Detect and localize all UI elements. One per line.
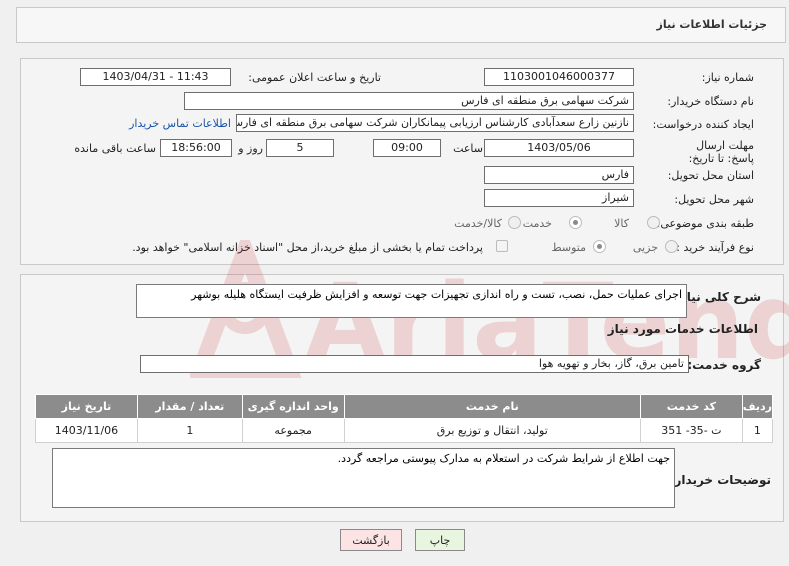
city-field: شیراز — [484, 189, 634, 207]
page-header: جزئیات اطلاعات نیاز — [16, 7, 786, 43]
table-row: 1 ت -35- 351 تولید، انتقال و توزیع برق م… — [35, 418, 774, 443]
col-header-quantity: تعداد / مقدار — [136, 394, 243, 419]
requester-label: ایجاد کننده درخواست: — [652, 118, 754, 131]
col-header-service-code: کد خدمت — [639, 394, 743, 419]
summary-textarea[interactable]: اجرای عملیات حمل، نصب، تست و راه اندازی … — [136, 284, 687, 318]
services-heading: اطلاعات خدمات مورد نیاز — [607, 322, 758, 336]
back-button[interactable]: بازگشت — [340, 529, 402, 551]
deadline-date-field: 1403/05/06 — [484, 139, 634, 157]
province-field: فارس — [484, 166, 634, 184]
buyer-contact-link[interactable]: اطلاعات تماس خریدار — [129, 117, 231, 130]
deadline-time-field: 09:00 — [373, 139, 441, 157]
need-number-field: 1103001046000377 — [484, 68, 634, 86]
cell-quantity: 1 — [136, 418, 243, 443]
col-header-unit: واحد اندازه گیری — [241, 394, 345, 419]
category-goods-service-radio[interactable] — [508, 216, 521, 229]
announce-datetime-label: تاریخ و ساعت اعلان عمومی: — [248, 71, 381, 84]
city-label: شهر محل تحویل: — [674, 193, 754, 206]
summary-label: شرح کلی نیاز: — [675, 290, 761, 304]
page-title: جزئیات اطلاعات نیاز — [656, 18, 768, 31]
deadline-label: مهلت ارسال پاسخ: تا تاریخ: — [688, 139, 754, 165]
cell-service-name: تولید، انتقال و توزیع برق — [343, 418, 641, 443]
category-label: طبقه بندی موضوعی: — [656, 217, 754, 230]
announce-datetime-field: 1403/04/31 - 11:43 — [80, 68, 231, 86]
buyer-org-field: شرکت سهامی برق منطقه ای فارس — [184, 92, 634, 110]
service-group-label: گروه خدمت: — [687, 358, 761, 372]
process-medium-radio[interactable] — [593, 240, 606, 253]
table-header-row: ردیف کد خدمت نام خدمت واحد اندازه گیری ت… — [35, 394, 774, 419]
category-goods-label: کالا — [614, 217, 629, 230]
deadline-time-label: ساعت — [453, 142, 483, 155]
category-goods-radio[interactable] — [647, 216, 660, 229]
buyer-notes-textarea[interactable]: جهت اطلاع از شرایط شرکت در استعلام به مد… — [52, 448, 675, 508]
cell-need-date: 1403/11/06 — [35, 418, 138, 443]
treasury-payment-checkbox[interactable] — [496, 240, 508, 252]
buyer-org-label: نام دستگاه خریدار: — [667, 95, 754, 108]
cell-unit: مجموعه — [241, 418, 345, 443]
payment-note: پرداخت تمام یا بخشی از مبلغ خرید،از محل … — [132, 241, 483, 254]
col-header-need-date: تاریخ نیاز — [35, 394, 138, 419]
requester-field: نازنین زارع سعدآبادی کارشناس ارزیابی پیم… — [236, 114, 634, 132]
process-type-label: نوع فرآیند خرید : — [676, 241, 754, 254]
col-header-service-name: نام خدمت — [343, 394, 641, 419]
cell-row-number: 1 — [741, 418, 774, 443]
cell-service-code: ت -35- 351 — [639, 418, 743, 443]
remaining-time-label: ساعت باقی مانده — [74, 142, 156, 155]
days-remaining-field: 5 — [266, 139, 334, 157]
need-number-label: شماره نیاز: — [701, 71, 754, 84]
process-partial-label: جزیی — [632, 241, 658, 254]
remaining-time-field: 18:56:00 — [160, 139, 232, 157]
need-info-panel — [20, 58, 784, 265]
service-group-field: تامین برق، گاز، بخار و تهویه هوا — [140, 355, 689, 373]
category-service-radio[interactable] — [569, 216, 582, 229]
buyer-notes-label: توضیحات خریدار: — [669, 473, 771, 487]
category-goods-service-label: کالا/خدمت — [454, 217, 502, 230]
process-medium-label: متوسط — [551, 241, 586, 254]
col-header-row-number: ردیف — [741, 394, 774, 419]
category-service-label: خدمت — [522, 217, 552, 230]
process-partial-radio[interactable] — [665, 240, 678, 253]
province-label: استان محل تحویل: — [667, 169, 754, 182]
services-table: ردیف کد خدمت نام خدمت واحد اندازه گیری ت… — [35, 394, 774, 443]
days-label: روز و — [238, 142, 263, 155]
print-button[interactable]: چاپ — [415, 529, 465, 551]
